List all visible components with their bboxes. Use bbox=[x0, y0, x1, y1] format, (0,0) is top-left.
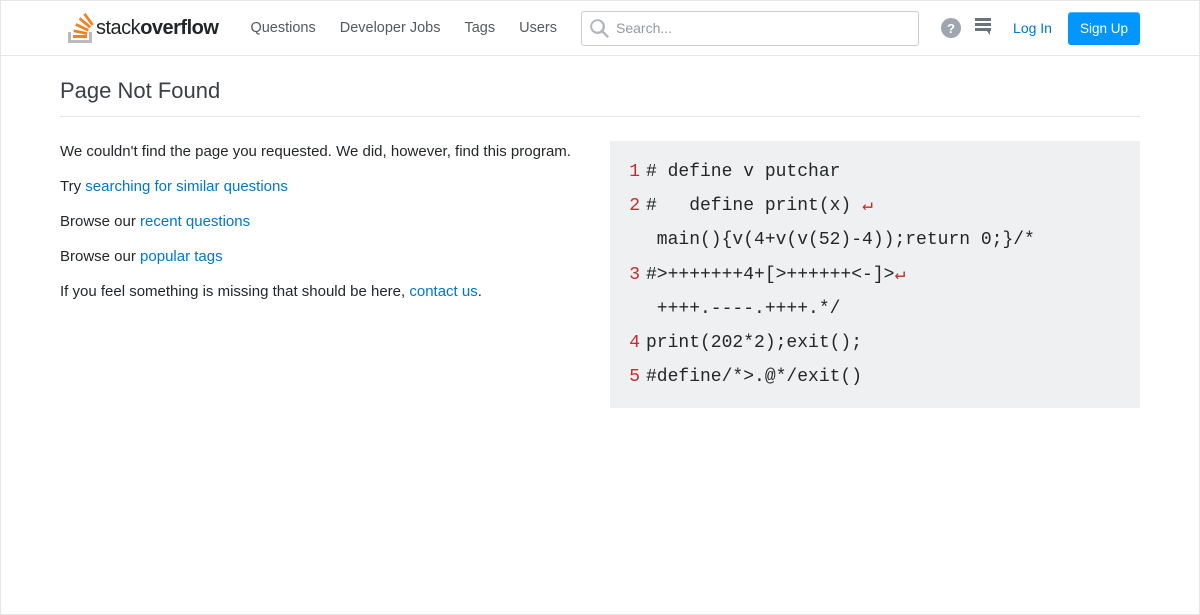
wrap-icon: ↵ bbox=[862, 196, 873, 216]
search-input[interactable] bbox=[581, 11, 919, 46]
browse-recent-line: Browse our recent questions bbox=[60, 211, 580, 232]
logo-text: stackoverflow bbox=[96, 17, 218, 40]
search-icon bbox=[590, 19, 609, 43]
code-block: 1# define v putchar 2# define print(x) ↵… bbox=[610, 141, 1140, 408]
recent-questions-link[interactable]: recent questions bbox=[140, 213, 250, 230]
main-nav: Questions Developer Jobs Tags Users bbox=[238, 1, 569, 56]
help-icon[interactable]: ? bbox=[941, 18, 961, 38]
nav-questions[interactable]: Questions bbox=[238, 1, 327, 56]
message-column: We couldn't find the page you requested.… bbox=[60, 141, 580, 408]
nav-developer-jobs[interactable]: Developer Jobs bbox=[328, 1, 453, 56]
signup-button[interactable]: Sign Up bbox=[1068, 12, 1140, 45]
try-line: Try searching for similar questions bbox=[60, 176, 580, 197]
nav-users[interactable]: Users bbox=[507, 1, 569, 56]
search-similar-link[interactable]: searching for similar questions bbox=[85, 178, 288, 195]
missing-line: If you feel something is missing that sh… bbox=[60, 281, 580, 302]
logo[interactable]: stackoverflow bbox=[60, 1, 226, 55]
stackoverflow-icon bbox=[68, 13, 94, 43]
search-wrap bbox=[581, 11, 919, 46]
browse-tags-line: Browse our popular tags bbox=[60, 246, 580, 267]
stack-exchange-icon[interactable] bbox=[973, 17, 993, 40]
wrap-icon: ↵ bbox=[894, 265, 905, 285]
popular-tags-link[interactable]: popular tags bbox=[140, 248, 223, 265]
login-link[interactable]: Log In bbox=[1007, 20, 1058, 36]
page-title: Page Not Found bbox=[60, 78, 1140, 117]
intro-text: We couldn't find the page you requested.… bbox=[60, 141, 580, 162]
contact-us-link[interactable]: contact us bbox=[409, 283, 477, 300]
nav-tags[interactable]: Tags bbox=[452, 1, 507, 56]
